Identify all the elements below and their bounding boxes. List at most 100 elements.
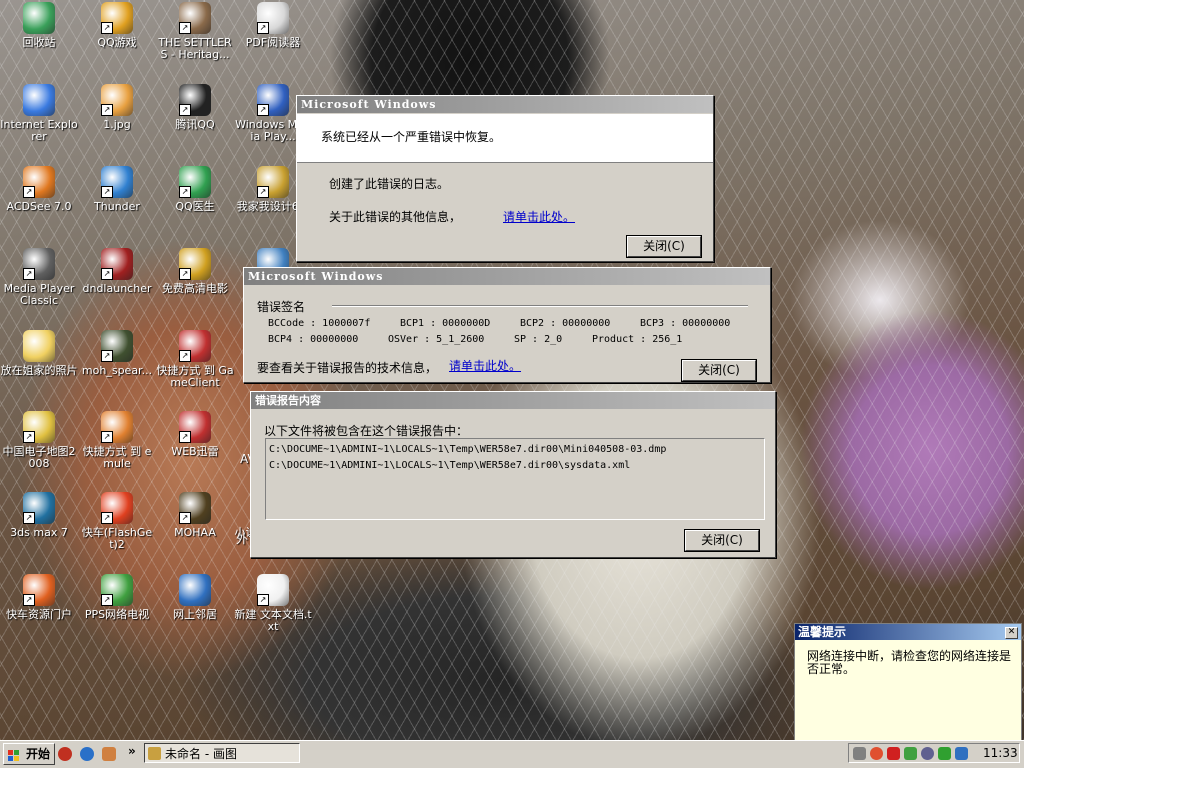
- shortcut-arrow-icon: ↗: [23, 512, 35, 524]
- desktop-icon-label: 免费高清电影: [162, 282, 228, 295]
- desktop-icon[interactable]: ↗ ACDSee 7.0: [0, 166, 78, 213]
- paint-icon: [148, 747, 161, 760]
- desktop-icon[interactable]: ↗ 快车(FlashGet)2: [78, 492, 156, 551]
- dialog-titlebar[interactable]: Microsoft Windows: [244, 268, 770, 285]
- qq-doctor-icon: ↗: [179, 166, 211, 198]
- desktop-icon[interactable]: 网上邻居: [156, 574, 234, 621]
- desktop-icon[interactable]: ↗ 中国电子地图2008: [0, 411, 78, 470]
- shortcut-arrow-icon: ↗: [101, 431, 113, 443]
- shortcut-arrow-icon: ↗: [101, 594, 113, 606]
- desktop-icon-label: 腾讯QQ: [175, 118, 215, 131]
- shortcut-arrow-icon: ↗: [101, 512, 113, 524]
- desktop-icon[interactable]: 放在姐家的照片: [0, 330, 78, 377]
- desktop-icon-label: 网上邻居: [173, 608, 217, 621]
- start-label: 开始: [25, 747, 50, 761]
- desktop-icon-label: 快捷方式 到 GameClient: [156, 364, 234, 389]
- desktop-icon-label: WEB迅雷: [171, 445, 219, 458]
- network-tray-icon[interactable]: [955, 747, 968, 760]
- desktop-icon-label: MOHAA: [174, 526, 216, 539]
- settlers-game-icon: ↗: [179, 2, 211, 34]
- desktop-icon-label: 快车资源门户: [6, 608, 72, 621]
- desktop-icon[interactable]: ↗ 3ds max 7: [0, 492, 78, 539]
- ie-quicklaunch-icon[interactable]: [80, 747, 94, 761]
- recycle-bin-icon: [23, 2, 55, 34]
- desktop-icon-label: 3ds max 7: [10, 526, 68, 539]
- desktop-icon[interactable]: ↗ 免费高清电影: [156, 248, 234, 295]
- shortcut-arrow-icon: ↗: [179, 186, 191, 198]
- desktop-icon[interactable]: ↗ 快捷方式 到 GameClient: [156, 330, 234, 389]
- 3dsmax-icon: ↗: [23, 492, 55, 524]
- dialog-titlebar[interactable]: Microsoft Windows: [297, 96, 713, 113]
- desktop-icon[interactable]: ↗ PPS网络电视: [78, 574, 156, 621]
- tray-icon[interactable]: [938, 747, 951, 760]
- sig-osver: OSVer : 5_1_2600: [388, 334, 485, 345]
- mpc-icon: ↗: [23, 248, 55, 280]
- sig-product: Product : 256_1: [592, 334, 683, 345]
- sig-bcp4: BCP4 : 00000000: [268, 334, 359, 345]
- china-map-icon: ↗: [23, 411, 55, 443]
- shortcut-arrow-icon: ↗: [257, 594, 269, 606]
- tray-icon[interactable]: [870, 747, 883, 760]
- desktop-icon[interactable]: ↗ 快捷方式 到 emule: [78, 411, 156, 470]
- system-tray: 11:33: [848, 743, 1020, 763]
- notification-title: 温馨提示: [795, 624, 1021, 640]
- flashget-portal-icon: ↗: [23, 574, 55, 606]
- dialog-titlebar[interactable]: 错误报告内容: [251, 392, 775, 409]
- desktop-icon[interactable]: ↗ Thunder: [78, 166, 156, 213]
- desktop-icon[interactable]: ↗ 1.jpg: [78, 84, 156, 131]
- tray-icon[interactable]: [904, 747, 917, 760]
- flashget-icon: ↗: [101, 492, 133, 524]
- desktop-icon[interactable]: ↗ WEB迅雷: [156, 411, 234, 458]
- more-info-text: 关于此错误的其他信息，: [329, 210, 462, 224]
- network-notification-popup: 温馨提示 ✕ 网络连接中断，请检查您的网络连接是否正常。: [794, 623, 1022, 745]
- desktop-icon[interactable]: ↗ MOHAA: [156, 492, 234, 539]
- sig-sp: SP : 2_0: [514, 334, 563, 345]
- shortcut-arrow-icon: ↗: [23, 594, 35, 606]
- clock: 11:33: [983, 746, 1018, 760]
- shortcut-arrow-icon: ↗: [179, 512, 191, 524]
- desktop-icon[interactable]: ↗ Media Player Classic: [0, 248, 78, 307]
- network-places-icon: [179, 574, 211, 606]
- file-list-item: C:\DOCUME~1\ADMINI~1\LOCALS~1\Temp\WER58…: [269, 444, 667, 455]
- qq-penguin-icon: ↗: [179, 84, 211, 116]
- desktop-icon[interactable]: ↗ 腾讯QQ: [156, 84, 234, 131]
- desktop-icon-label: Thunder: [94, 200, 140, 213]
- desktop-icon-label: Media Player Classic: [3, 282, 75, 307]
- tray-icon[interactable]: [853, 747, 866, 760]
- quicklaunch-icon[interactable]: [102, 747, 116, 761]
- desktop-icon-label: ACDSee 7.0: [6, 200, 72, 213]
- desktop-icon-label: PDF阅读器: [245, 36, 301, 49]
- close-icon[interactable]: ✕: [1005, 627, 1018, 639]
- desktop-icon[interactable]: Internet Explorer: [0, 84, 78, 143]
- close-button[interactable]: 关闭(C): [681, 359, 757, 382]
- desktop-icon[interactable]: ↗ PDF阅读器: [234, 2, 312, 49]
- desktop-icon[interactable]: ↗ QQ医生: [156, 166, 234, 213]
- desktop-icon[interactable]: ↗ THE SETTLERS - Heritag...: [156, 2, 234, 61]
- desktop-icon[interactable]: ↗ moh_spear...: [78, 330, 156, 377]
- task-button-paint[interactable]: 未命名 - 画图: [144, 743, 300, 763]
- folder-icon: [23, 330, 55, 362]
- desktop-icon[interactable]: ↗ dndlauncher: [78, 248, 156, 295]
- windows-logo-icon: [8, 748, 20, 761]
- desktop-icon[interactable]: 回收站: [0, 2, 78, 49]
- tech-info-link[interactable]: 请单击此处。: [449, 357, 521, 374]
- desktop-icon[interactable]: ↗ 新建 文本文档.txt: [234, 574, 312, 633]
- tray-icon[interactable]: [921, 747, 934, 760]
- report-description: 以下文件将被包含在这个错误报告中：: [264, 424, 469, 438]
- close-button[interactable]: 关闭(C): [684, 529, 760, 552]
- start-button[interactable]: 开始: [3, 743, 55, 765]
- pps-tv-icon: ↗: [101, 574, 133, 606]
- more-info-link[interactable]: 请单击此处。: [503, 208, 575, 225]
- ie-icon: [23, 84, 55, 116]
- sig-bcp3: BCP3 : 00000000: [640, 318, 731, 329]
- signature-section-label: 错误签名: [257, 300, 306, 314]
- quicklaunch-icon[interactable]: [58, 747, 72, 761]
- desktop-icon[interactable]: ↗ 快车资源门户: [0, 574, 78, 621]
- close-button[interactable]: 关闭(C): [626, 235, 702, 258]
- sig-bcp2: BCP2 : 00000000: [520, 318, 611, 329]
- log-created-text: 创建了此错误的日志。: [329, 177, 450, 191]
- tray-icon[interactable]: [887, 747, 900, 760]
- desktop-icon[interactable]: ↗ QQ游戏: [78, 2, 156, 49]
- chevron-icon[interactable]: »: [128, 744, 136, 758]
- file-list-box[interactable]: C:\DOCUME~1\ADMINI~1\LOCALS~1\Temp\WER58…: [265, 438, 765, 520]
